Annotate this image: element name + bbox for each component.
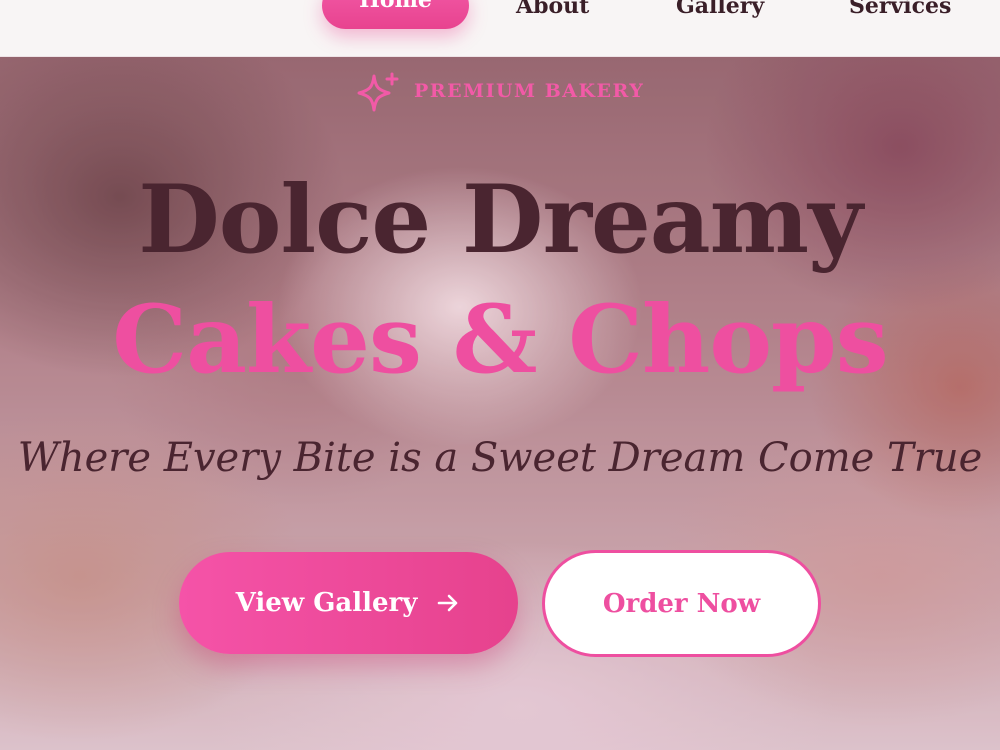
nav-gallery-link[interactable]: Gallery — [676, 0, 764, 26]
hero-background-overlay — [0, 57, 1000, 750]
sparkle-icon — [357, 72, 399, 112]
hero-title-line-2: Cakes & Chops — [112, 285, 888, 395]
premium-badge: PREMIUM BAKERY — [354, 70, 654, 116]
nav-services-link[interactable]: Services — [849, 0, 951, 26]
arrow-right-icon — [438, 594, 458, 612]
hero-tagline: Where Every Bite is a Sweet Dream Come T… — [17, 435, 983, 481]
hero-title-line-1: Dolce Dreamy — [138, 165, 863, 275]
badge-label: PREMIUM BAKERY — [414, 80, 645, 102]
nav-home-link[interactable]: Home — [322, 0, 469, 29]
top-navigation: Home About Gallery Services — [0, 0, 1000, 57]
view-gallery-button[interactable]: View Gallery — [179, 552, 518, 654]
hero-section: PREMIUM BAKERY Dolce Dreamy Cakes & Chop… — [0, 57, 1000, 750]
order-now-button[interactable]: Order Now — [542, 550, 821, 657]
view-gallery-label: View Gallery — [235, 588, 418, 618]
nav-about-link[interactable]: About — [516, 0, 589, 26]
order-now-label: Order Now — [602, 588, 761, 619]
